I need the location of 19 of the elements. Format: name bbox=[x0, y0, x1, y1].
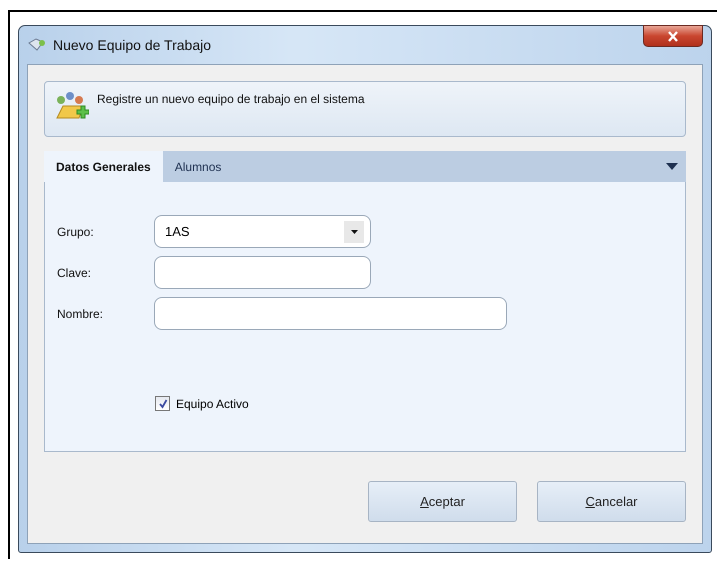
close-icon bbox=[667, 30, 679, 42]
dialog-button[interactable]: Aceptar bbox=[368, 481, 517, 522]
checkbox-label: Equipo Activo bbox=[176, 396, 249, 410]
caret-icon bbox=[350, 230, 358, 234]
window-title: Nuevo Equipo de Trabajo bbox=[53, 37, 212, 53]
app-icon bbox=[27, 37, 47, 53]
dropdown-field[interactable]: 1AS bbox=[154, 215, 371, 248]
tab[interactable]: Datos Generales bbox=[44, 151, 163, 182]
field-label: Clave: bbox=[57, 266, 92, 280]
dropdown-caret-icon[interactable] bbox=[666, 163, 678, 170]
header-message: Registre un nuevo equipo de trabajo en el sistema bbox=[97, 92, 365, 106]
tab[interactable]: Alumnos bbox=[162, 151, 234, 182]
close-button[interactable] bbox=[643, 25, 703, 47]
checkbox[interactable] bbox=[155, 396, 170, 411]
input-field[interactable] bbox=[154, 256, 371, 289]
field-label: Grupo: bbox=[57, 224, 95, 238]
input-field[interactable] bbox=[154, 297, 507, 330]
field-label: Nombre: bbox=[57, 306, 104, 320]
dialog-button[interactable]: Cancelar bbox=[537, 481, 686, 522]
